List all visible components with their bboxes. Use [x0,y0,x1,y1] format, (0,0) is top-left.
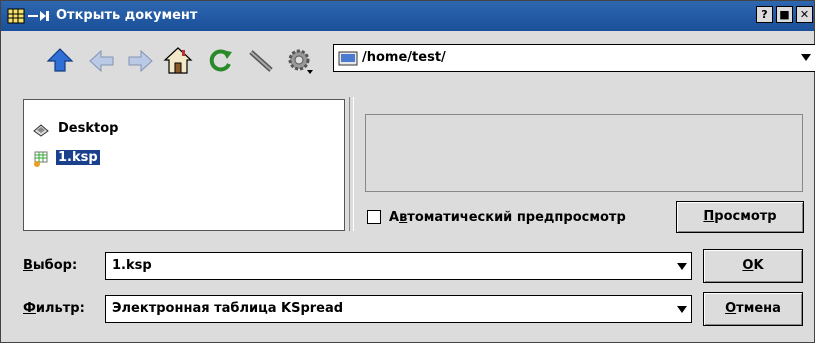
chevron-down-icon[interactable] [677,263,687,270]
back-arrow-icon[interactable] [87,46,117,76]
new-folder-icon[interactable] [247,46,277,76]
open-document-dialog: Открыть документ ? ■ ✕ /home/test/ Deskt… [0,0,815,343]
forward-arrow-icon[interactable] [125,46,155,76]
kspread-file-icon [34,151,48,167]
cancel-button[interactable]: Отмена [703,292,803,326]
filter-combobox[interactable]: Электронная таблица KSpread [105,295,692,323]
selection-value: 1.ksp [112,258,152,273]
preview-button[interactable]: Просмотр [676,201,804,233]
selection-label: Выбор: [23,258,78,273]
up-arrow-icon[interactable] [45,46,75,76]
maximize-button[interactable]: ■ [776,6,793,23]
folder-icon [338,51,358,66]
ok-button[interactable]: OK [703,249,803,283]
title-bar[interactable]: Открыть документ ? ■ ✕ [1,1,814,31]
preview-area [365,114,803,192]
window-title: Открыть документ [56,8,198,23]
path-combobox[interactable]: /home/test/ [333,44,815,72]
reload-icon[interactable] [205,46,235,76]
list-item-label: Desktop [58,121,119,136]
help-button[interactable]: ? [756,6,773,23]
list-item-label: 1.ksp [56,150,100,165]
chevron-down-icon[interactable] [677,306,687,313]
chevron-down-icon[interactable] [801,54,811,61]
filter-label: Фильтр: [23,301,85,316]
desktop-folder-icon [33,124,49,137]
selection-combobox[interactable]: 1.ksp [105,252,692,280]
settings-gear-icon[interactable] [285,46,315,76]
filter-value: Электронная таблица KSpread [112,301,344,316]
close-button[interactable]: ✕ [796,6,813,23]
auto-preview-label[interactable]: Автоматический предпросмотр [389,210,626,225]
path-text: /home/test/ [362,50,446,65]
toolbar: /home/test/ [9,34,815,92]
pane-splitter[interactable] [349,97,354,231]
window-menu-icon[interactable] [6,7,52,25]
auto-preview-checkbox[interactable] [367,210,381,224]
file-list[interactable]: Desktop 1.ksp [23,99,345,231]
home-icon[interactable] [163,46,193,76]
